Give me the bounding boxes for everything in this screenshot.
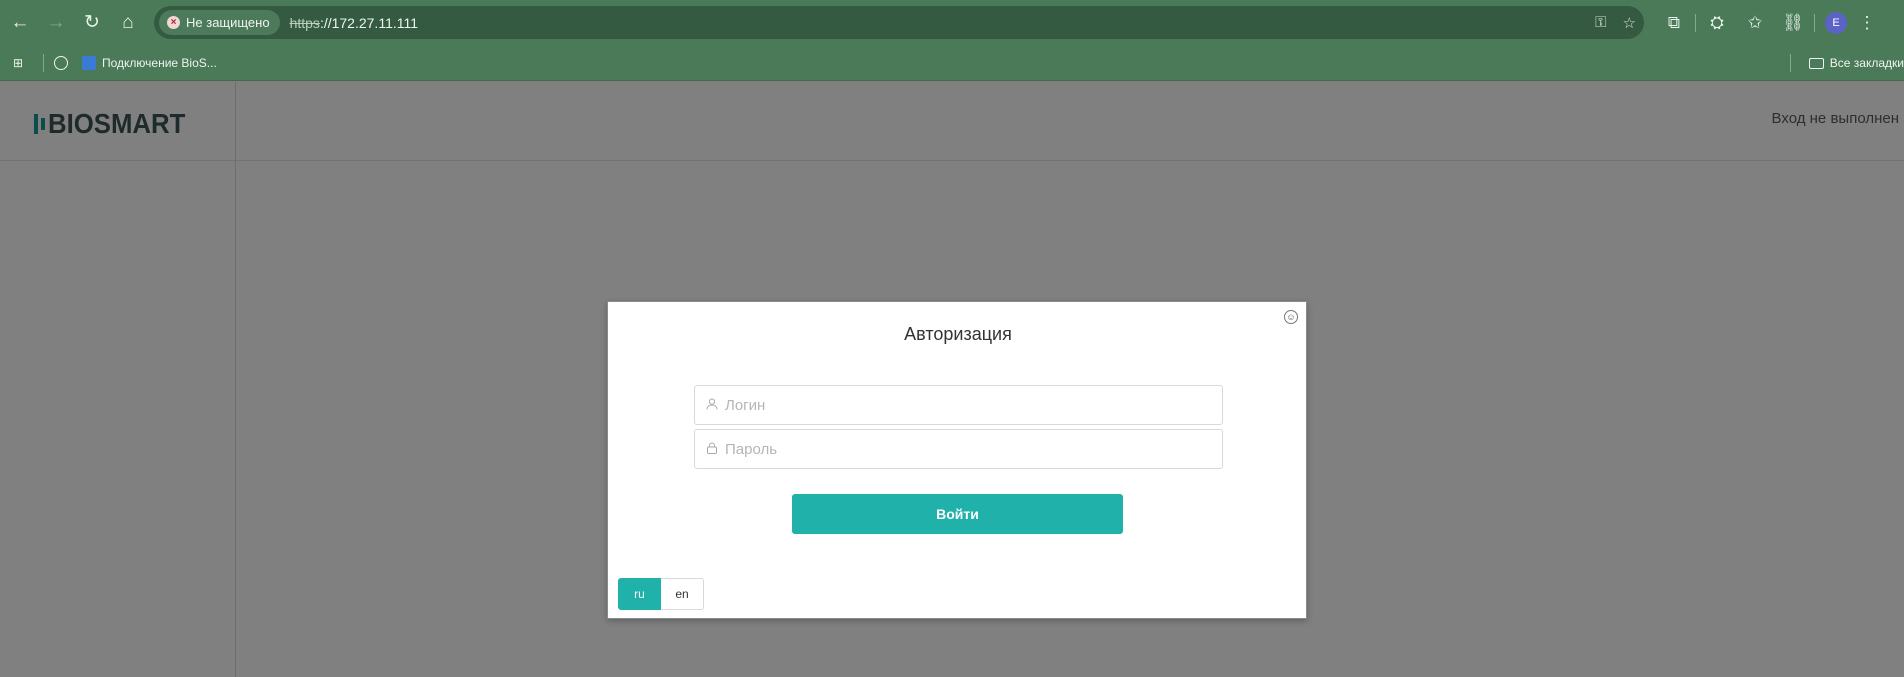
login-input[interactable] <box>725 396 1205 414</box>
password-input[interactable] <box>725 440 1205 458</box>
menu-icon[interactable]: ⋮ <box>1855 5 1879 41</box>
logo-mark-icon <box>34 114 45 134</box>
close-icon[interactable]: ☺ <box>1284 310 1298 324</box>
profile-button[interactable]: E <box>1817 5 1855 41</box>
lang-en-button[interactable]: en <box>661 578 704 610</box>
security-chip-label: Не защищено <box>186 15 270 30</box>
password-key-icon[interactable]: ⚿ <box>1595 14 1606 31</box>
lock-icon <box>705 442 719 457</box>
apps-grid-icon[interactable]: ⊞ <box>13 56 33 70</box>
toolbar-divider <box>1814 13 1815 32</box>
login-button[interactable]: Войти <box>792 494 1123 534</box>
incognito-icon[interactable]: ⛭ <box>1698 5 1736 41</box>
bookmarks-bar: ⊞ Подключение BioS... Все закладки <box>0 45 1904 81</box>
bookmark-star-icon[interactable]: ☆ <box>1623 14 1636 32</box>
bookmark-globe[interactable] <box>54 55 68 70</box>
sidebar-divider <box>235 82 236 677</box>
bookmarks-divider <box>1789 54 1791 72</box>
biosmart-logo[interactable]: BIOSMART <box>34 108 197 140</box>
avatar: E <box>1825 11 1847 34</box>
auth-dialog: Авторизация ☺ Войти ru en <box>607 301 1307 619</box>
forward-icon[interactable]: → <box>38 5 74 41</box>
home-icon[interactable]: ⌂ <box>110 5 146 41</box>
user-icon <box>705 398 719 413</box>
page-overlay: BIOSMART Вход не выполнен Авторизация ☺ … <box>0 82 1904 677</box>
all-bookmarks-button[interactable]: Все закладки <box>1808 56 1904 70</box>
browser-toolbar: ← → ↻ ⌂ × Не защищено https://172.27.11.… <box>0 0 1904 45</box>
warning-icon: × <box>167 16 180 29</box>
url-host: ://172.27.11.111 <box>319 14 419 31</box>
bookmark-favicon-icon <box>82 55 96 70</box>
all-bookmarks-label: Все закладки <box>1829 56 1904 70</box>
extensions-icon[interactable]: ⧉ <box>1655 5 1693 41</box>
lang-ru-button[interactable]: ru <box>618 578 661 610</box>
globe-icon <box>54 55 68 70</box>
login-field[interactable] <box>694 385 1223 425</box>
language-switcher: ru en <box>618 578 704 610</box>
bookmark-label: Подключение BioS... <box>102 55 217 70</box>
bookmark-biosmart[interactable]: Подключение BioS... <box>82 55 217 70</box>
security-chip[interactable]: × Не защищено <box>159 10 280 35</box>
folder-icon <box>1808 57 1824 69</box>
login-status: Вход не выполнен <box>1771 110 1899 127</box>
url-text[interactable]: https://172.27.11.111 <box>290 15 418 31</box>
reload-icon[interactable]: ↻ <box>74 5 110 41</box>
header-divider <box>0 160 1904 161</box>
favorites-icon[interactable]: ✩ <box>1736 5 1774 41</box>
toolbar-divider <box>1695 13 1696 32</box>
logo-text: BIOSMART <box>48 108 186 139</box>
link-icon[interactable]: ⛓ <box>1774 5 1812 41</box>
password-field[interactable] <box>694 429 1223 469</box>
back-icon[interactable]: ← <box>2 5 38 41</box>
address-bar[interactable]: × Не защищено https://172.27.11.111 ⚿ ☆ <box>154 6 1644 39</box>
bookmarks-divider <box>43 53 44 72</box>
dialog-title: Авторизация <box>904 324 1012 344</box>
url-scheme: https <box>289 14 320 31</box>
